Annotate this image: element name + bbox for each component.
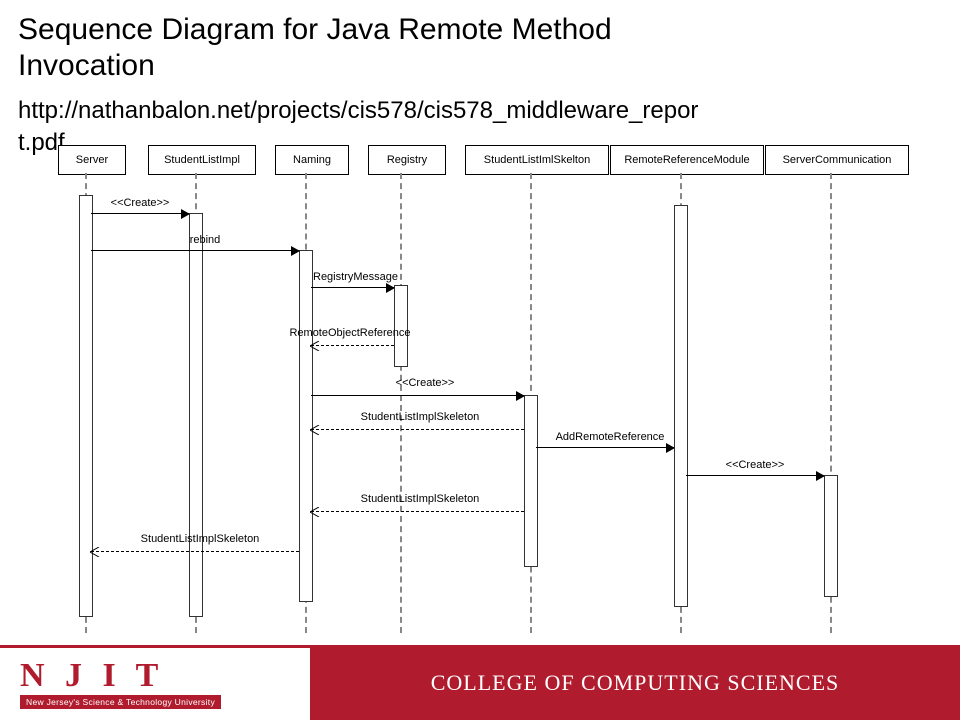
- arrow-create-2: [311, 395, 524, 396]
- msg-rebind: rebind: [160, 234, 250, 246]
- participant-server: Server: [58, 145, 126, 175]
- msg-remoteobjref: RemoteObjectReference: [275, 327, 425, 339]
- msg-create-2: <<Create>>: [360, 377, 490, 389]
- title-line-2: Invocation: [18, 49, 155, 82]
- arrow-registrymessage: [311, 287, 394, 288]
- participant-servercomm: ServerCommunication: [765, 145, 909, 175]
- activation-skeleton: [524, 395, 538, 567]
- njit-logo-tag: New Jersey's Science & Technology Univer…: [20, 695, 221, 709]
- participant-skeleton: StudentListImlSkelton: [465, 145, 609, 175]
- njit-logo-text: N J I T: [20, 659, 221, 693]
- arrow-addremoteref: [536, 447, 674, 448]
- title-line-1: Sequence Diagram for Java Remote Method: [18, 13, 612, 46]
- activation-studentlistimpl: [189, 213, 203, 617]
- msg-addremoteref: AddRemoteReference: [540, 431, 680, 443]
- msg-create-1: <<Create>>: [90, 197, 190, 209]
- lifeline-registry: [400, 173, 402, 633]
- participant-naming: Naming: [275, 145, 349, 175]
- arrow-skel-return-3: [91, 551, 299, 552]
- msg-skel-return-3: StudentListImplSkeleton: [110, 533, 290, 545]
- activation-registry: [394, 285, 408, 367]
- msg-skel-return-2: StudentListImplSkeleton: [330, 493, 510, 505]
- sequence-diagram: Server StudentListImpl Naming Registry S…: [30, 145, 930, 635]
- activation-servercomm: [824, 475, 838, 597]
- arrow-create-1: [91, 213, 189, 214]
- arrow-rebind: [91, 250, 299, 251]
- activation-remoteref: [674, 205, 688, 607]
- footer-college: COLLEGE OF COMPUTING SCIENCES: [310, 645, 960, 720]
- participant-registry: Registry: [368, 145, 446, 175]
- msg-skel-return-1: StudentListImplSkeleton: [330, 411, 510, 423]
- arrow-skel-return-2: [311, 511, 524, 512]
- footer-logo-area: N J I T New Jersey's Science & Technolog…: [0, 645, 310, 720]
- arrow-remoteobjref: [311, 345, 394, 346]
- footer: N J I T New Jersey's Science & Technolog…: [0, 645, 960, 720]
- participant-studentlistimpl: StudentListImpl: [148, 145, 256, 175]
- msg-create-3: <<Create>>: [690, 459, 820, 471]
- arrow-create-3: [686, 475, 824, 476]
- arrow-skel-return-1: [311, 429, 524, 430]
- url-line-1: http://nathanbalon.net/projects/cis578/c…: [18, 97, 698, 124]
- participant-remoteref: RemoteReferenceModule: [610, 145, 764, 175]
- msg-registrymessage: RegistryMessage: [308, 271, 403, 283]
